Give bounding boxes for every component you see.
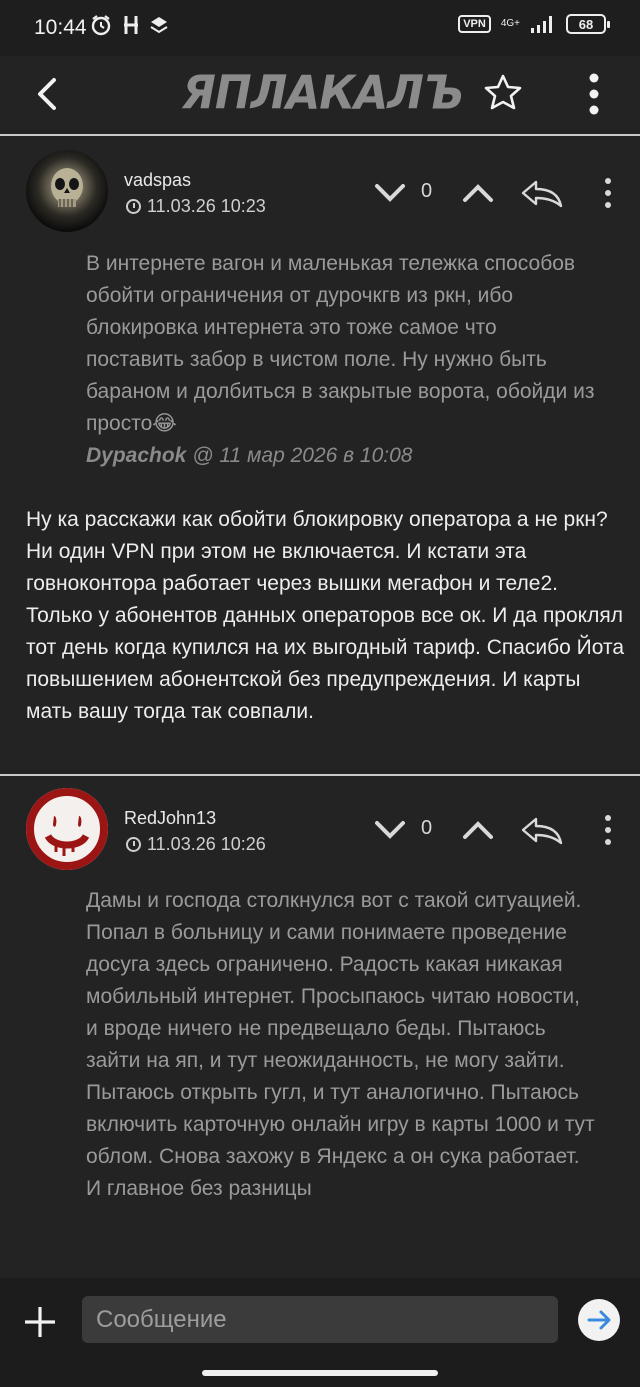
vote-count: 0 — [421, 817, 433, 839]
post-datetime: 11.03.26 10:26 — [147, 834, 266, 854]
site-logo[interactable]: ЯПЛАКАЛЪ — [182, 67, 464, 121]
vote-down-icon[interactable] — [372, 178, 408, 208]
quote-body: В интернете вагон и маленькая тележка сп… — [86, 252, 595, 435]
star-icon[interactable] — [482, 72, 524, 114]
post-datetime-row: 11.03.26 10:26 — [126, 834, 266, 855]
overflow-menu-icon[interactable] — [584, 72, 604, 116]
quote-signature: Dypachok @ 11 мар 2026 в 10:08 — [86, 444, 412, 467]
vpn-badge: VPN — [458, 15, 491, 33]
quoted-text: Дамы и господа столкнулся вот с такой си… — [86, 889, 595, 1200]
network-type: 4G+ — [500, 18, 520, 29]
vote-up-icon[interactable] — [460, 178, 496, 208]
quote-author[interactable]: Dypachok — [86, 444, 186, 467]
comment-text: Ну ка расскажи как обойти блокировку опе… — [26, 508, 625, 723]
signal-icon — [531, 16, 552, 33]
vote-count: 0 — [421, 180, 433, 202]
avatar[interactable] — [26, 150, 108, 232]
plus-icon[interactable] — [22, 1304, 58, 1340]
reply-icon[interactable] — [520, 815, 564, 845]
skull-icon — [51, 168, 83, 207]
status-time: 10:44 — [34, 16, 87, 39]
quote-meta: @ 11 мар 2026 в 10:08 — [186, 444, 413, 467]
home-indicator[interactable] — [202, 1370, 438, 1376]
battery-indicator: 68 — [566, 14, 610, 34]
clock-icon — [126, 199, 141, 214]
status-bar: 10:44 VPN 4G+ 68 — [0, 0, 640, 56]
send-button[interactable] — [578, 1299, 620, 1341]
author-name[interactable]: vadspas — [124, 170, 191, 191]
more-icon[interactable] — [598, 812, 618, 848]
vote-up-icon[interactable] — [460, 815, 496, 845]
vote-down-icon[interactable] — [372, 815, 408, 845]
post-datetime: 11.03.26 10:23 — [147, 196, 266, 216]
more-icon[interactable] — [598, 175, 618, 211]
layers-icon — [150, 17, 168, 34]
author-name[interactable]: RedJohn13 — [124, 808, 216, 829]
battery-level: 68 — [578, 16, 594, 32]
alarm-icon — [91, 15, 111, 36]
app-h-icon — [124, 16, 138, 34]
reply-icon[interactable] — [520, 178, 564, 208]
message-input[interactable] — [82, 1296, 558, 1343]
app-header: ЯПЛАКАЛЪ — [0, 56, 640, 136]
send-arrow-icon — [587, 1310, 611, 1330]
red-smiley-icon — [26, 788, 108, 870]
quoted-text: В интернете вагон и маленькая тележка сп… — [86, 248, 596, 472]
back-arrow-icon[interactable] — [28, 74, 68, 114]
avatar[interactable] — [26, 788, 108, 870]
divider — [0, 774, 640, 776]
post-datetime-row: 11.03.26 10:23 — [126, 196, 266, 217]
clock-icon — [126, 837, 141, 852]
